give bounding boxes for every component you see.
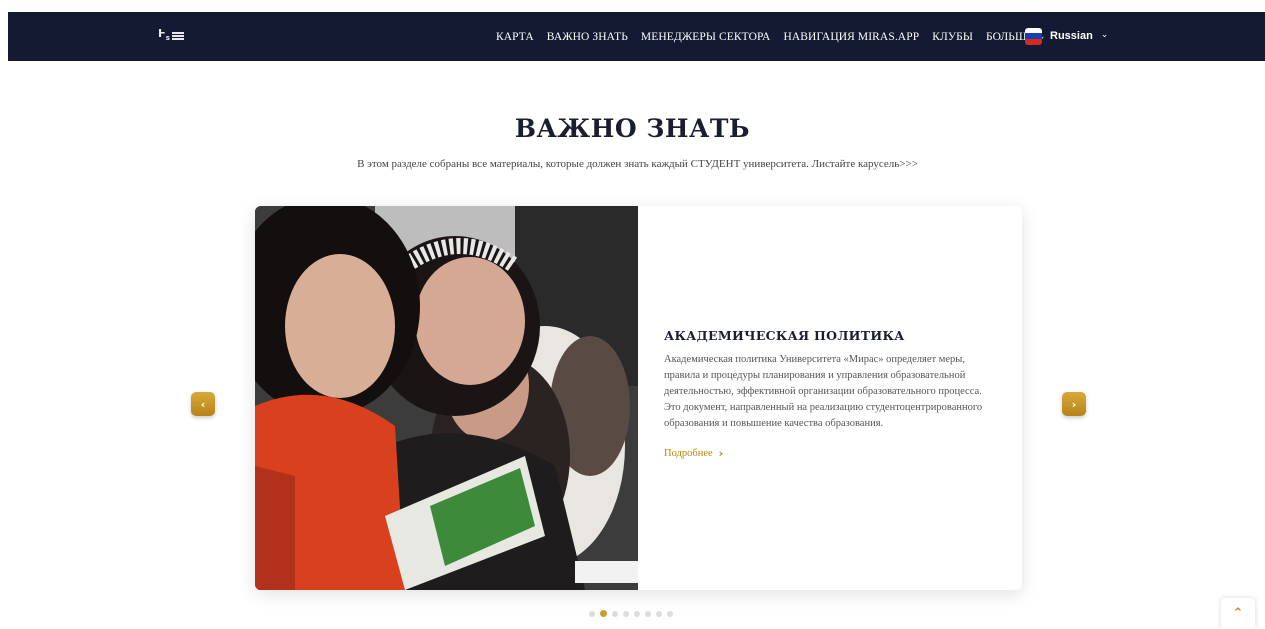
read-more-link[interactable]: Подробнее ›: [664, 447, 723, 460]
carousel-dot[interactable]: [600, 610, 607, 617]
carousel-dot[interactable]: [589, 610, 595, 617]
nav-item-navigation[interactable]: НАВИГАЦИЯ MIRAS.APP: [783, 31, 919, 43]
nav-item-clubs[interactable]: КЛУБЫ: [932, 31, 973, 43]
nav-item-important[interactable]: ВАЖНО ЗНАТЬ: [547, 31, 628, 43]
chevron-left-icon: ‹: [200, 397, 206, 411]
carousel-dot[interactable]: [645, 610, 651, 617]
read-more-label: Подробнее: [664, 448, 713, 459]
slide-content: АКАДЕМИЧЕСКАЯ ПОЛИТИКА Академическая пол…: [638, 206, 1022, 590]
chevron-down-icon: ⌄: [1100, 30, 1109, 40]
carousel-dot[interactable]: [612, 610, 618, 617]
chevron-up-icon: ⌃: [1232, 606, 1244, 621]
carousel-pagination: [589, 610, 673, 617]
language-selector[interactable]: Russian ⌄: [1025, 25, 1108, 47]
carousel-next-button[interactable]: ›: [1062, 392, 1086, 416]
slide-title: АКАДЕМИЧЕСКАЯ ПОЛИТИКА: [664, 328, 905, 343]
carousel-slide: АКАДЕМИЧЕСКАЯ ПОЛИТИКА Академическая пол…: [255, 206, 1022, 590]
nav-item-sector-managers[interactable]: МЕНЕДЖЕРЫ СЕКТОРА: [641, 31, 771, 43]
slide-description: Академическая политика Университета «Мир…: [664, 354, 983, 429]
main-menu: КАРТА ВАЖНО ЗНАТЬ МЕНЕДЖЕРЫ СЕКТОРА НАВИ…: [496, 12, 1046, 61]
logo-wordmark-icon: [171, 32, 184, 40]
nav-item-map[interactable]: КАРТА: [496, 31, 534, 43]
top-navbar: Ͱꜱ КАРТА ВАЖНО ЗНАТЬ МЕНЕДЖЕРЫ СЕКТОРА Н…: [8, 12, 1265, 61]
nav-item-navigation-label: НАВИГАЦИЯ MIRAS.APP: [783, 30, 920, 43]
logo-mark-icon: Ͱꜱ: [158, 26, 170, 43]
section-subtitle: В этом разделе собраны все материалы, ко…: [357, 158, 918, 170]
scroll-to-top-button[interactable]: ⌃: [1221, 598, 1255, 629]
chevron-right-icon: ›: [1071, 397, 1077, 411]
carousel-prev-button[interactable]: ‹: [191, 392, 215, 416]
language-label: Russian: [1050, 30, 1093, 42]
carousel-dot[interactable]: [634, 610, 640, 617]
miras-logo[interactable]: Ͱꜱ: [158, 26, 186, 43]
russia-flag-icon: [1025, 27, 1042, 45]
section-title: ВАЖНО ЗНАТЬ: [514, 114, 751, 143]
carousel-dot[interactable]: [623, 610, 629, 617]
students-reading-illustration: [255, 206, 638, 590]
carousel-dot[interactable]: [656, 610, 662, 617]
chevron-right-icon: ›: [718, 447, 724, 460]
carousel-dot[interactable]: [667, 610, 673, 617]
slide-photo: [255, 206, 638, 590]
